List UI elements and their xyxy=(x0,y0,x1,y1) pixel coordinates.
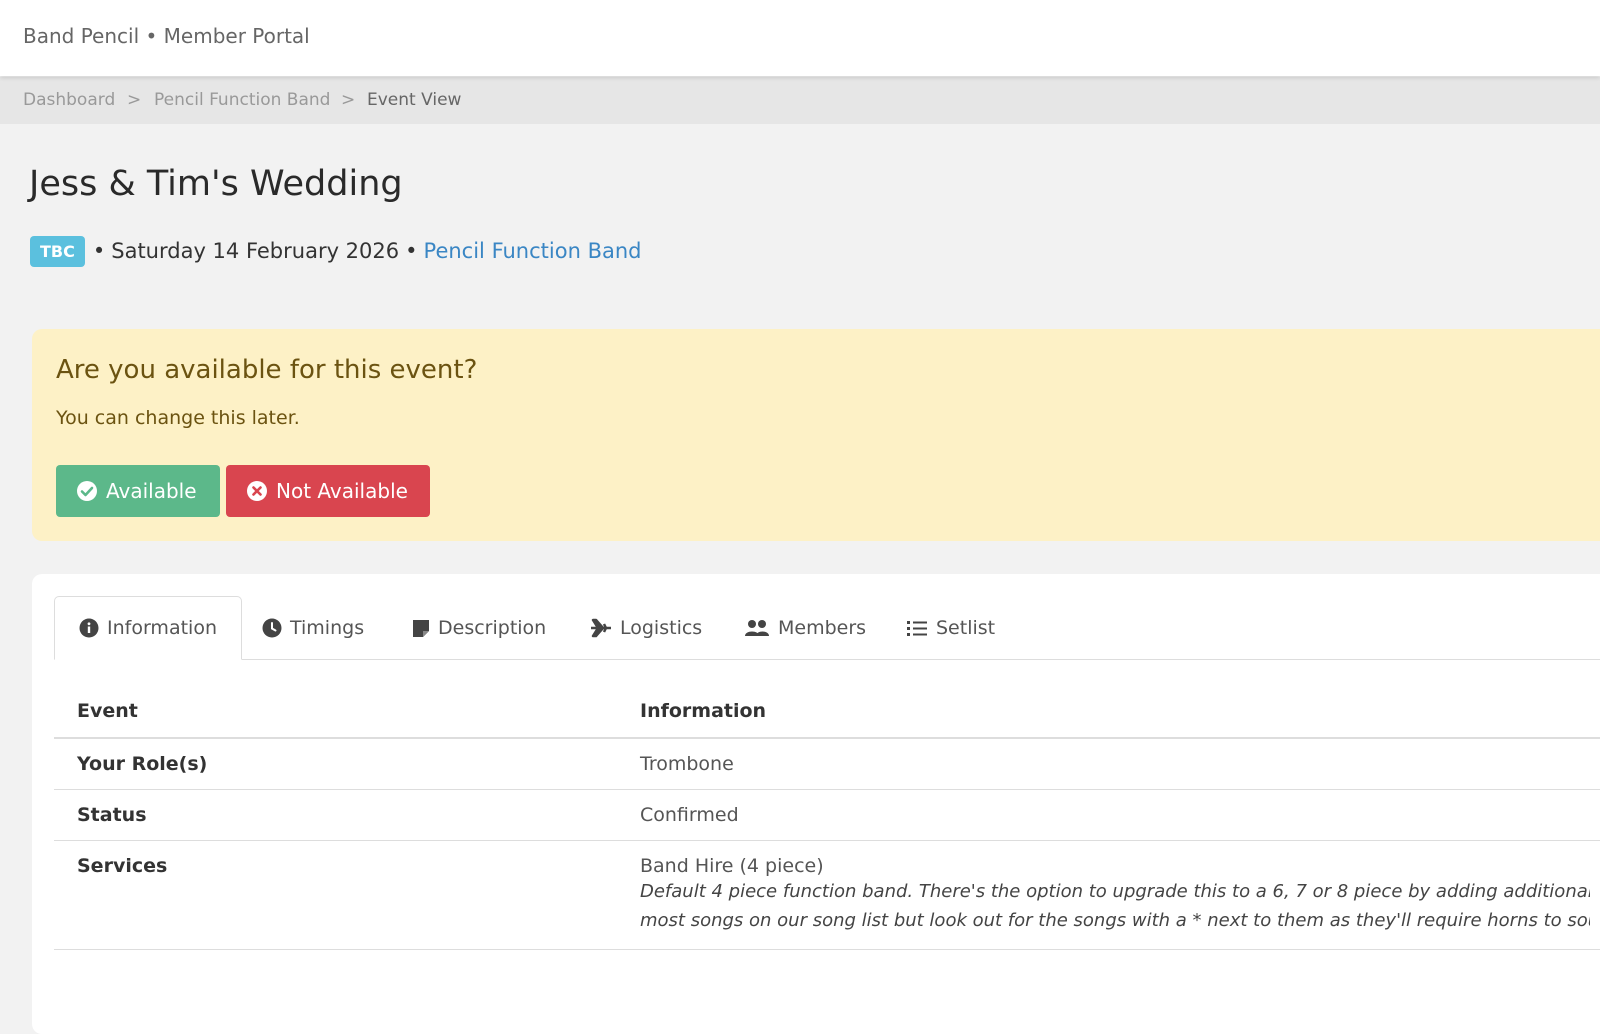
breadcrumb: Dashboard > Pencil Function Band > Event… xyxy=(0,77,1600,124)
available-label: Available xyxy=(106,479,197,503)
table-row: Status Confirmed xyxy=(54,789,1600,841)
column-header-event: Event xyxy=(54,684,617,739)
row-value: Trombone xyxy=(617,738,1600,790)
clock-icon xyxy=(262,618,282,637)
column-header-information: Information xyxy=(617,684,1600,739)
info-circle-icon xyxy=(79,618,99,638)
event-details-card: Information Timings Description Logistic… xyxy=(32,574,1600,1034)
tab-setlist[interactable]: Setlist xyxy=(906,596,995,659)
availability-subtitle: You can change this later. xyxy=(56,407,300,429)
not-available-label: Not Available xyxy=(276,479,408,503)
table-header-row: Event Information xyxy=(54,684,1600,739)
service-description: most songs on our song list but look out… xyxy=(640,910,1590,931)
event-date: Saturday 14 February 2026 xyxy=(111,239,400,263)
tab-members[interactable]: Members xyxy=(744,596,866,659)
tab-logistics[interactable]: Logistics xyxy=(590,596,702,659)
tab-label: Information xyxy=(107,617,217,639)
tab-label: Setlist xyxy=(936,616,996,639)
breadcrumb-band[interactable]: Pencil Function Band xyxy=(154,90,330,110)
breadcrumb-current: Event View xyxy=(367,90,462,110)
availability-alert: Are you available for this event? You ca… xyxy=(32,329,1600,541)
status-badge: TBC xyxy=(30,235,85,267)
band-link[interactable]: Pencil Function Band xyxy=(424,239,642,263)
app-brand[interactable]: Band Pencil • Member Portal xyxy=(23,24,310,48)
breadcrumb-dashboard[interactable]: Dashboard xyxy=(23,90,115,110)
breadcrumb-separator: > xyxy=(127,90,142,110)
tab-bar: Information Timings Description Logistic… xyxy=(54,596,1600,660)
row-label: Your Role(s) xyxy=(54,738,617,790)
availability-title: Are you available for this event? xyxy=(56,355,478,385)
not-available-button[interactable]: Not Available xyxy=(226,465,430,517)
tab-label: Members xyxy=(778,616,867,639)
meta-bullet: • xyxy=(405,239,418,263)
breadcrumb-separator: > xyxy=(341,90,356,110)
row-label: Status xyxy=(54,789,617,841)
users-icon xyxy=(745,619,769,636)
check-circle-icon xyxy=(77,481,97,501)
event-info-table: Event Information Your Role(s) Trombone … xyxy=(54,684,1600,950)
plane-icon xyxy=(591,618,611,637)
tab-description[interactable]: Description xyxy=(412,596,546,659)
row-value: Confirmed xyxy=(617,789,1600,841)
list-icon xyxy=(907,620,927,636)
services-cell: Band Hire (4 piece) Default 4 piece func… xyxy=(617,840,1600,950)
page-title: Jess & Tim's Wedding xyxy=(29,164,403,204)
service-description: Default 4 piece function band. There's t… xyxy=(640,881,1590,902)
tab-information[interactable]: Information xyxy=(54,596,242,660)
service-name: Band Hire (4 piece) xyxy=(640,855,824,877)
note-icon xyxy=(413,619,429,637)
meta-bullet: • xyxy=(92,239,106,263)
tab-label: Timings xyxy=(290,616,365,639)
tab-timings[interactable]: Timings xyxy=(262,596,364,659)
top-navbar: Band Pencil • Member Portal xyxy=(0,0,1600,76)
table-row: Services Band Hire (4 piece) Default 4 p… xyxy=(54,840,1600,950)
event-meta: TBC • Saturday 14 February 2026 • Pencil… xyxy=(30,234,641,268)
tab-label: Description xyxy=(438,616,547,639)
row-label: Services xyxy=(54,840,617,950)
x-circle-icon xyxy=(247,481,267,501)
tab-label: Logistics xyxy=(620,616,703,639)
available-button[interactable]: Available xyxy=(56,465,220,517)
table-row: Your Role(s) Trombone xyxy=(54,738,1600,790)
